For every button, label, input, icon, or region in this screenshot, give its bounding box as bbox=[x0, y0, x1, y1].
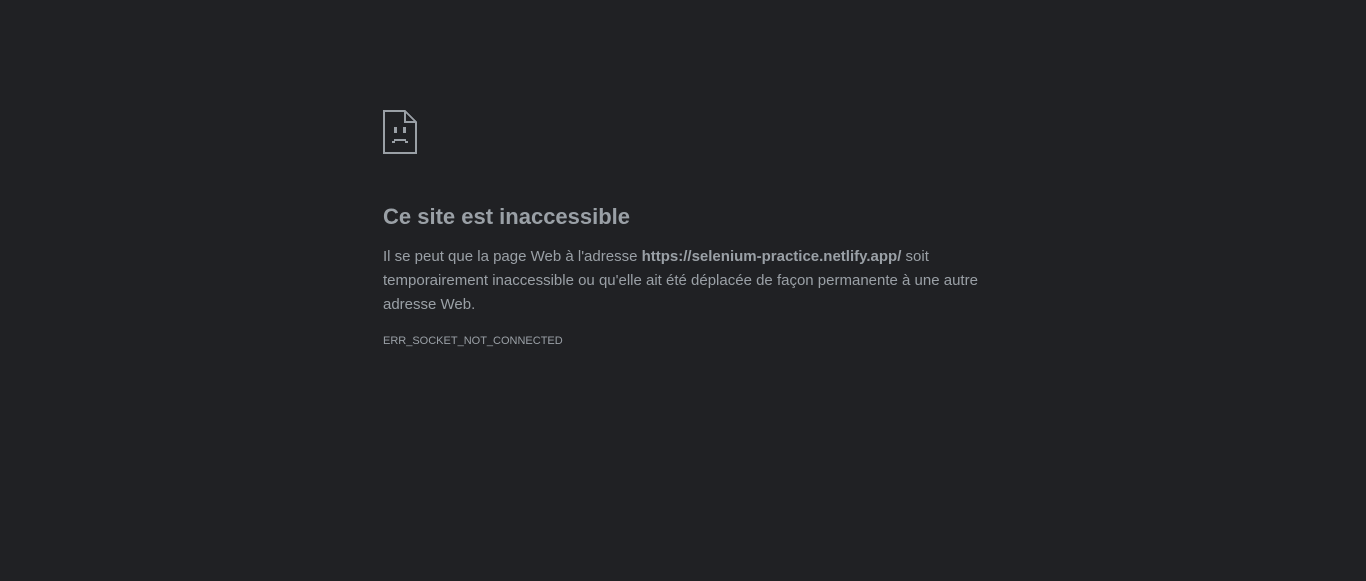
sad-page-icon bbox=[383, 110, 417, 154]
error-content: Ce site est inaccessible Il se peut que … bbox=[383, 110, 983, 348]
page-title: Ce site est inaccessible bbox=[383, 204, 631, 229]
error-message: Il se peut que la page Web à l'adresse h… bbox=[383, 245, 983, 317]
error-code: ERR_SOCKET_NOT_CONNECTED bbox=[383, 335, 563, 347]
message-text-before: Il se peut que la page Web à l'adresse bbox=[383, 248, 642, 265]
site-url: https://selenium-practice.netlify.app/ bbox=[641, 248, 902, 265]
error-page: Ce site est inaccessible Il se peut que … bbox=[0, 0, 1366, 581]
